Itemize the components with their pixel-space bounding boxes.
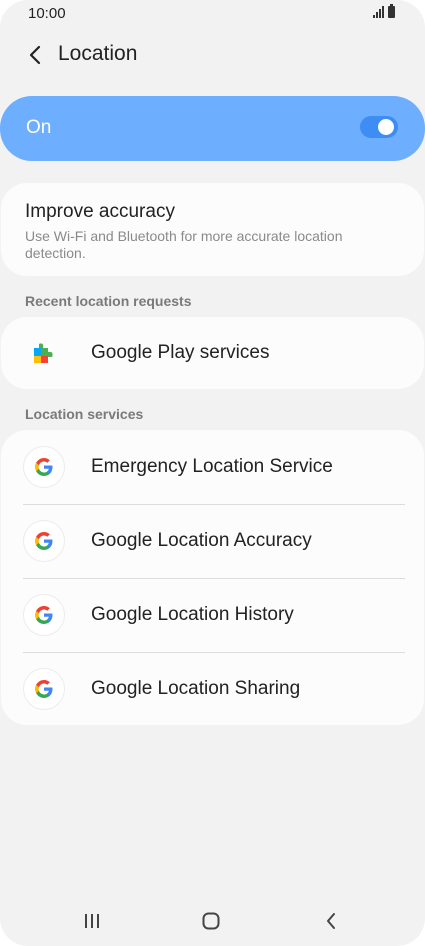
google-g-icon [23,668,65,710]
list-item-label: Emergency Location Service [91,456,333,477]
home-button[interactable] [191,906,231,936]
signal-icon [373,6,384,18]
home-icon [202,912,220,930]
google-g-icon [23,446,65,488]
improve-accuracy-description: Use Wi-Fi and Bluetooth for more accurat… [25,228,343,261]
location-services-card: Emergency Location Service Google Locati… [1,430,424,725]
recent-apps-button[interactable] [72,906,112,936]
list-item-label: Google Location Sharing [91,678,301,699]
back-button[interactable] [18,38,52,72]
list-item-google-location-sharing[interactable]: Google Location Sharing [1,652,424,726]
list-item-google-play-services[interactable]: Google Play services [1,317,424,389]
google-g-icon [23,594,65,636]
list-item-label: Google Play services [91,342,270,363]
status-icons [373,4,395,18]
phone-screen: 10:00 Location On Improve accuracy Use W… [0,0,425,946]
status-bar: 10:00 [0,0,425,28]
recent-requests-heading: Recent location requests [25,293,192,309]
chevron-left-icon [327,913,335,929]
nav-back-button[interactable] [311,906,351,936]
list-item-label: Google Location History [91,604,294,625]
recent-apps-icon [85,914,99,928]
google-g-icon [23,520,65,562]
recent-requests-card: Google Play services [1,317,424,389]
list-item-google-location-accuracy[interactable]: Google Location Accuracy [1,504,424,578]
list-item-google-location-history[interactable]: Google Location History [1,578,424,652]
location-services-heading: Location services [25,406,144,422]
app-header: Location [0,34,425,76]
list-item-label: Google Location Accuracy [91,530,312,551]
navigation-bar [0,896,425,946]
battery-icon [388,4,395,18]
toggle-label: On [26,117,52,138]
chevron-left-icon [29,45,41,65]
improve-accuracy-card[interactable]: Improve accuracy Use Wi-Fi and Bluetooth… [1,183,424,276]
list-item-emergency-location-service[interactable]: Emergency Location Service [1,430,424,504]
page-title: Location [58,42,138,65]
google-play-services-icon [23,332,65,374]
improve-accuracy-title: Improve accuracy [25,201,175,222]
switch-knob [376,117,396,137]
location-master-toggle[interactable]: On [0,96,425,161]
status-time: 10:00 [28,5,66,22]
location-switch[interactable] [360,116,398,138]
